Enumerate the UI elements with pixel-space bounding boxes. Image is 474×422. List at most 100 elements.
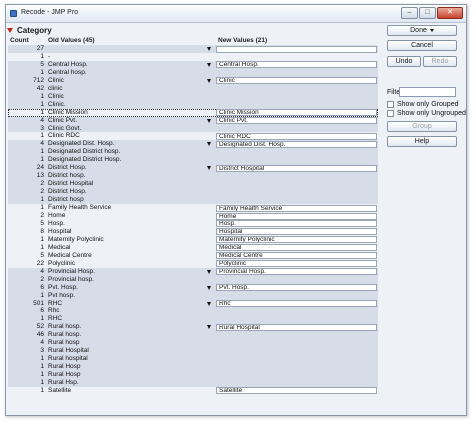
- count-cell: 1: [40, 315, 44, 323]
- dropdown-arrow-icon[interactable]: [207, 62, 211, 67]
- table-row[interactable]: 1 Central hosp.: [8, 68, 378, 77]
- table-row[interactable]: 1 Pvt hosp.: [8, 291, 378, 300]
- table-row[interactable]: 3 Rural Hospital: [8, 347, 378, 356]
- show-only-ungrouped-option[interactable]: Show only Ungrouped: [387, 110, 466, 117]
- table-row[interactable]: 2 District Hosp.: [8, 188, 378, 197]
- show-only-grouped-checkbox[interactable]: [387, 101, 394, 108]
- old-value-cell: Hosp.: [48, 219, 65, 227]
- new-value-field[interactable]: Hospital: [216, 228, 377, 236]
- show-only-grouped-option[interactable]: Show only Grouped: [387, 101, 458, 108]
- table-row[interactable]: 4 Clinic Pvt. Clinic Pvt.: [8, 116, 378, 125]
- row-background: [8, 307, 378, 316]
- maximize-icon[interactable]: □: [419, 7, 436, 19]
- table-row[interactable]: 1 District hosp: [8, 196, 378, 205]
- table-row[interactable]: 1 Clinic: [8, 92, 378, 101]
- new-value-field[interactable]: Satellite: [216, 387, 377, 395]
- new-value-field[interactable]: Clinic Mission: [216, 109, 377, 117]
- redo-button[interactable]: Redo: [423, 56, 457, 67]
- new-value-field[interactable]: Designated Dist. Hosp.: [216, 140, 377, 148]
- new-value-field[interactable]: Pvt. Hosp.: [216, 284, 377, 292]
- count-cell: 1: [40, 355, 44, 363]
- table-row[interactable]: 1 RHC: [8, 315, 378, 324]
- table-row[interactable]: 22 Polyclinic Polyclinic: [8, 260, 378, 268]
- table-row[interactable]: 52 Rural hosp. Rural Hospital: [8, 323, 378, 332]
- dropdown-arrow-icon[interactable]: [207, 269, 211, 274]
- table-row[interactable]: 1 Maternity Polyclinic Maternity Polyclini…: [8, 236, 378, 244]
- table-row[interactable]: 6 Rhc: [8, 307, 378, 316]
- new-value-field[interactable]: Clinic RDC: [216, 132, 377, 140]
- table-row[interactable]: 24 District Hosp. District Hospital: [8, 164, 378, 173]
- table-row[interactable]: 3 Clinic Govt.: [8, 124, 378, 133]
- dropdown-arrow-icon[interactable]: [207, 166, 211, 171]
- table-row[interactable]: 27: [8, 45, 378, 53]
- table-row[interactable]: 4 Provincial Hosp. Provincial Hosp.: [8, 267, 378, 276]
- new-value-field[interactable]: Central Hosp.: [216, 61, 377, 69]
- new-value-field[interactable]: Polyclinic: [216, 260, 377, 268]
- table-row[interactable]: 1 Rural hospital: [8, 355, 378, 364]
- table-row[interactable]: 1 Satellite Satellite: [8, 387, 378, 395]
- dropdown-arrow-icon[interactable]: [207, 78, 211, 83]
- table-row[interactable]: 5 Central Hosp. Central Hosp.: [8, 60, 378, 69]
- disclosure-triangle-icon[interactable]: [7, 27, 13, 33]
- dropdown-arrow-icon[interactable]: [207, 301, 211, 306]
- show-only-ungrouped-checkbox[interactable]: [387, 110, 394, 117]
- new-value-field[interactable]: Rhc: [216, 300, 377, 307]
- old-value-cell: Satellite: [48, 386, 72, 394]
- table-row[interactable]: 1 Designated District Hosp.: [8, 156, 378, 165]
- table-row[interactable]: 501 RHC Rhc: [8, 299, 378, 308]
- category-header[interactable]: Category: [7, 24, 379, 36]
- new-value-field[interactable]: [216, 45, 377, 53]
- table-row[interactable]: 2 Home Home: [8, 212, 378, 220]
- dropdown-arrow-icon[interactable]: [207, 118, 211, 123]
- table-row[interactable]: 1 Rural Hosp: [8, 371, 378, 380]
- table-row[interactable]: 6 Pvt. Hosp. Pvt. Hosp.: [8, 283, 378, 292]
- table-row[interactable]: 8 Hospital Hospital: [8, 228, 378, 236]
- done-button[interactable]: Done: [387, 25, 457, 36]
- close-icon[interactable]: ✕: [437, 7, 463, 19]
- filter-input[interactable]: [399, 87, 456, 97]
- undo-button[interactable]: Undo: [387, 56, 421, 67]
- table-row[interactable]: 1-: [8, 53, 378, 61]
- help-button[interactable]: Help: [387, 136, 457, 147]
- table-row[interactable]: 1 Rural Hosp: [8, 363, 378, 372]
- table-row[interactable]: 2 District Hospital: [8, 180, 378, 189]
- dropdown-arrow-icon[interactable]: [207, 142, 211, 147]
- table-row[interactable]: 1 Designated District hosp.: [8, 148, 378, 157]
- table-row[interactable]: 1 Clinic Mission Clinic Mission: [8, 108, 378, 117]
- old-value-cell: Central hosp.: [48, 68, 87, 76]
- table-row[interactable]: 1 Rural Hsp.: [8, 379, 378, 387]
- table-row[interactable]: 4 Rural hosp: [8, 339, 378, 348]
- row-background: [8, 315, 378, 324]
- count-cell: 1: [40, 92, 44, 100]
- dropdown-arrow-icon[interactable]: [207, 285, 211, 290]
- new-value-field[interactable]: Hosp.: [216, 220, 377, 228]
- table-row[interactable]: 46 Rural hosp.: [8, 331, 378, 340]
- new-value-field[interactable]: Rural Hospital: [216, 323, 377, 331]
- table-row[interactable]: 5 Hosp. Hosp.: [8, 220, 378, 228]
- table-row[interactable]: 1 Family Health Service Family Health Serv…: [8, 204, 378, 212]
- group-button[interactable]: Group: [387, 121, 457, 132]
- new-value-field[interactable]: Home: [216, 212, 377, 220]
- minimize-icon[interactable]: –: [401, 7, 418, 19]
- new-value-field[interactable]: Maternity Polyclinic: [216, 236, 377, 244]
- table-row[interactable]: 712 Clinic Clinic: [8, 76, 378, 85]
- new-value-field[interactable]: Clinic Pvt.: [216, 117, 377, 125]
- new-value-field[interactable]: Clinic: [216, 77, 377, 85]
- table-row[interactable]: 1 Clinic RDC Clinic RDC: [8, 132, 378, 140]
- dropdown-arrow-icon[interactable]: [207, 325, 211, 330]
- cancel-button[interactable]: Cancel: [387, 40, 457, 51]
- dropdown-arrow-icon[interactable]: [207, 47, 211, 51]
- table-row[interactable]: 42 clinic: [8, 84, 378, 93]
- new-value-field[interactable]: Provincial Hosp.: [216, 268, 377, 276]
- table-row[interactable]: 4 Designated Dist. Hosp. Designated Dist. …: [8, 140, 378, 149]
- new-value-field[interactable]: Medical Centre: [216, 252, 377, 260]
- old-value-cell: Clinic.: [48, 100, 66, 108]
- table-row[interactable]: 1 Clinic.: [8, 100, 378, 109]
- table-row[interactable]: 5 Medical Centre Medical Centre: [8, 252, 378, 260]
- table-row[interactable]: 2 Provincial hosp.: [8, 275, 378, 284]
- new-value-field[interactable]: Family Health Service: [216, 204, 377, 212]
- table-row[interactable]: 13 District hosp.: [8, 172, 378, 181]
- new-value-field[interactable]: Medical: [216, 244, 377, 252]
- table-row[interactable]: 1 Medical Medical: [8, 244, 378, 252]
- new-value-field[interactable]: District Hospital: [216, 164, 377, 172]
